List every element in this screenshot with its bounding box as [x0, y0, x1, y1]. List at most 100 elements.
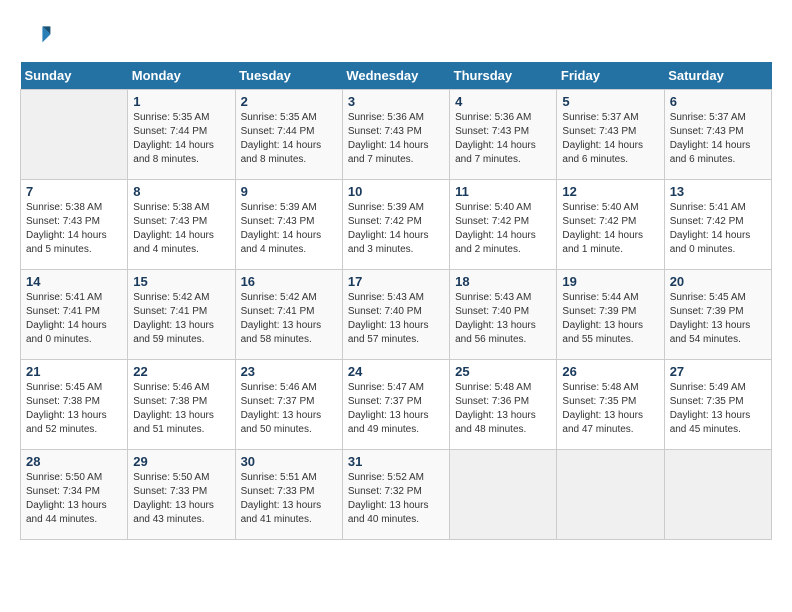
day-number: 13: [670, 184, 766, 199]
day-number: 1: [133, 94, 229, 109]
logo-icon: [20, 20, 52, 52]
calendar-header-row: SundayMondayTuesdayWednesdayThursdayFrid…: [21, 62, 772, 90]
calendar-week-5: 28Sunrise: 5:50 AMSunset: 7:34 PMDayligh…: [21, 450, 772, 540]
day-info: Sunrise: 5:44 AMSunset: 7:39 PMDaylight:…: [562, 291, 658, 347]
day-number: 15: [133, 274, 229, 289]
day-number: 19: [562, 274, 658, 289]
day-info: Sunrise: 5:43 AMSunset: 7:40 PMDaylight:…: [455, 291, 551, 347]
day-info: Sunrise: 5:36 AMSunset: 7:43 PMDaylight:…: [455, 111, 551, 167]
calendar-week-1: 1 Sunrise: 5:35 AMSunset: 7:44 PMDaylight…: [21, 90, 772, 180]
day-number: 11: [455, 184, 551, 199]
calendar-cell: 23 Sunrise: 5:46 AMSunset: 7:37 PMDayligh…: [235, 360, 342, 450]
calendar-cell: 7 Sunrise: 5:38 AMSunset: 7:43 PMDaylight…: [21, 180, 128, 270]
day-number: 25: [455, 364, 551, 379]
calendar-cell: 27 Sunrise: 5:49 AMSunset: 7:35 PMDayligh…: [664, 360, 771, 450]
calendar-table: SundayMondayTuesdayWednesdayThursdayFrid…: [20, 62, 772, 540]
day-number: 26: [562, 364, 658, 379]
day-number: 24: [348, 364, 444, 379]
day-number: 6: [670, 94, 766, 109]
day-info: Sunrise: 5:46 AMSunset: 7:38 PMDaylight:…: [133, 381, 229, 437]
calendar-cell: 13 Sunrise: 5:41 AMSunset: 7:42 PMDayligh…: [664, 180, 771, 270]
calendar-week-2: 7 Sunrise: 5:38 AMSunset: 7:43 PMDaylight…: [21, 180, 772, 270]
calendar-cell: 19 Sunrise: 5:44 AMSunset: 7:39 PMDayligh…: [557, 270, 664, 360]
calendar-cell: 20 Sunrise: 5:45 AMSunset: 7:39 PMDayligh…: [664, 270, 771, 360]
calendar-cell: 24 Sunrise: 5:47 AMSunset: 7:37 PMDayligh…: [342, 360, 449, 450]
day-number: 27: [670, 364, 766, 379]
calendar-cell: 14Sunrise: 5:41 AMSunset: 7:41 PMDayligh…: [21, 270, 128, 360]
calendar-cell: 5Sunrise: 5:37 AMSunset: 7:43 PMDaylight…: [557, 90, 664, 180]
calendar-cell: 10 Sunrise: 5:39 AMSunset: 7:42 PMDayligh…: [342, 180, 449, 270]
day-number: 20: [670, 274, 766, 289]
calendar-cell: 25 Sunrise: 5:48 AMSunset: 7:36 PMDayligh…: [450, 360, 557, 450]
calendar-header-wednesday: Wednesday: [342, 62, 449, 90]
day-number: 4: [455, 94, 551, 109]
day-number: 10: [348, 184, 444, 199]
day-info: Sunrise: 5:41 AMSunset: 7:42 PMDaylight:…: [670, 201, 766, 257]
day-info: Sunrise: 5:52 AMSunset: 7:32 PMDaylight:…: [348, 471, 444, 527]
day-info: Sunrise: 5:40 AMSunset: 7:42 PMDaylight:…: [455, 201, 551, 257]
calendar-cell: 29 Sunrise: 5:50 AMSunset: 7:33 PMDayligh…: [128, 450, 235, 540]
day-info: Sunrise: 5:49 AMSunset: 7:35 PMDaylight:…: [670, 381, 766, 437]
calendar-cell: 2 Sunrise: 5:35 AMSunset: 7:44 PMDaylight…: [235, 90, 342, 180]
calendar-week-4: 21 Sunrise: 5:45 AMSunset: 7:38 PMDayligh…: [21, 360, 772, 450]
calendar-cell: 26 Sunrise: 5:48 AMSunset: 7:35 PMDayligh…: [557, 360, 664, 450]
day-number: 16: [241, 274, 337, 289]
calendar-cell: 28Sunrise: 5:50 AMSunset: 7:34 PMDayligh…: [21, 450, 128, 540]
day-number: 23: [241, 364, 337, 379]
day-info: Sunrise: 5:48 AMSunset: 7:36 PMDaylight:…: [455, 381, 551, 437]
day-info: Sunrise: 5:37 AMSunset: 7:43 PMDaylight:…: [670, 111, 766, 167]
day-info: Sunrise: 5:45 AMSunset: 7:38 PMDaylight:…: [26, 381, 122, 437]
day-number: 29: [133, 454, 229, 469]
calendar-cell: 8Sunrise: 5:38 AMSunset: 7:43 PMDaylight…: [128, 180, 235, 270]
calendar-cell: 17Sunrise: 5:43 AMSunset: 7:40 PMDayligh…: [342, 270, 449, 360]
day-info: Sunrise: 5:35 AMSunset: 7:44 PMDaylight:…: [133, 111, 229, 167]
day-info: Sunrise: 5:47 AMSunset: 7:37 PMDaylight:…: [348, 381, 444, 437]
day-info: Sunrise: 5:42 AMSunset: 7:41 PMDaylight:…: [133, 291, 229, 347]
calendar-cell: 4 Sunrise: 5:36 AMSunset: 7:43 PMDaylight…: [450, 90, 557, 180]
day-number: 2: [241, 94, 337, 109]
day-number: 7: [26, 184, 122, 199]
calendar-cell: 15 Sunrise: 5:42 AMSunset: 7:41 PMDayligh…: [128, 270, 235, 360]
calendar-cell: 31 Sunrise: 5:52 AMSunset: 7:32 PMDayligh…: [342, 450, 449, 540]
day-info: Sunrise: 5:38 AMSunset: 7:43 PMDaylight:…: [26, 201, 122, 257]
day-number: 21: [26, 364, 122, 379]
day-info: Sunrise: 5:48 AMSunset: 7:35 PMDaylight:…: [562, 381, 658, 437]
page-header: [20, 20, 772, 52]
day-number: 3: [348, 94, 444, 109]
day-info: Sunrise: 5:42 AMSunset: 7:41 PMDaylight:…: [241, 291, 337, 347]
calendar-cell: 30 Sunrise: 5:51 AMSunset: 7:33 PMDayligh…: [235, 450, 342, 540]
day-info: Sunrise: 5:50 AMSunset: 7:33 PMDaylight:…: [133, 471, 229, 527]
day-number: 17: [348, 274, 444, 289]
day-info: Sunrise: 5:39 AMSunset: 7:43 PMDaylight:…: [241, 201, 337, 257]
calendar-cell: 11 Sunrise: 5:40 AMSunset: 7:42 PMDayligh…: [450, 180, 557, 270]
calendar-cell: 16 Sunrise: 5:42 AMSunset: 7:41 PMDayligh…: [235, 270, 342, 360]
calendar-cell: [664, 450, 771, 540]
day-info: Sunrise: 5:36 AMSunset: 7:43 PMDaylight:…: [348, 111, 444, 167]
day-info: Sunrise: 5:45 AMSunset: 7:39 PMDaylight:…: [670, 291, 766, 347]
calendar-header-monday: Monday: [128, 62, 235, 90]
calendar-cell: 1 Sunrise: 5:35 AMSunset: 7:44 PMDaylight…: [128, 90, 235, 180]
calendar-header-friday: Friday: [557, 62, 664, 90]
calendar-cell: [450, 450, 557, 540]
day-number: 31: [348, 454, 444, 469]
calendar-cell: 3 Sunrise: 5:36 AMSunset: 7:43 PMDaylight…: [342, 90, 449, 180]
day-number: 18: [455, 274, 551, 289]
day-info: Sunrise: 5:46 AMSunset: 7:37 PMDaylight:…: [241, 381, 337, 437]
calendar-cell: 12Sunrise: 5:40 AMSunset: 7:42 PMDayligh…: [557, 180, 664, 270]
calendar-cell: 21 Sunrise: 5:45 AMSunset: 7:38 PMDayligh…: [21, 360, 128, 450]
calendar-cell: [557, 450, 664, 540]
day-info: Sunrise: 5:37 AMSunset: 7:43 PMDaylight:…: [562, 111, 658, 167]
day-number: 30: [241, 454, 337, 469]
calendar-header-saturday: Saturday: [664, 62, 771, 90]
calendar-cell: 6 Sunrise: 5:37 AMSunset: 7:43 PMDaylight…: [664, 90, 771, 180]
calendar-cell: 9Sunrise: 5:39 AMSunset: 7:43 PMDaylight…: [235, 180, 342, 270]
day-number: 22: [133, 364, 229, 379]
day-info: Sunrise: 5:40 AMSunset: 7:42 PMDaylight:…: [562, 201, 658, 257]
calendar-cell: [21, 90, 128, 180]
day-info: Sunrise: 5:38 AMSunset: 7:43 PMDaylight:…: [133, 201, 229, 257]
day-info: Sunrise: 5:35 AMSunset: 7:44 PMDaylight:…: [241, 111, 337, 167]
day-info: Sunrise: 5:39 AMSunset: 7:42 PMDaylight:…: [348, 201, 444, 257]
day-number: 14: [26, 274, 122, 289]
day-info: Sunrise: 5:51 AMSunset: 7:33 PMDaylight:…: [241, 471, 337, 527]
calendar-header-tuesday: Tuesday: [235, 62, 342, 90]
